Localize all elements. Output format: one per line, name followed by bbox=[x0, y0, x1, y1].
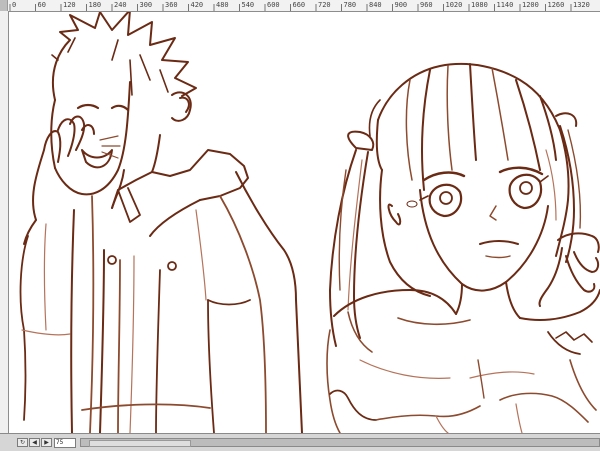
ruler-label: 1080 bbox=[471, 1, 488, 9]
ruler-label: 1260 bbox=[547, 1, 565, 9]
ruler-label: 240 bbox=[114, 1, 127, 9]
scrollbar-thumb[interactable] bbox=[88, 440, 191, 447]
drawing-canvas[interactable] bbox=[9, 12, 600, 433]
ruler-label: 660 bbox=[292, 1, 306, 9]
boy-hand bbox=[23, 115, 95, 245]
ruler-label: 540 bbox=[241, 1, 255, 9]
rotate-icon[interactable]: ↻ bbox=[17, 438, 28, 447]
ruler-label: 60 bbox=[37, 1, 46, 9]
chevron-left-icon[interactable]: ◀ bbox=[29, 438, 40, 447]
zoom-level-field[interactable]: 75 bbox=[54, 437, 76, 448]
vertical-ruler bbox=[0, 11, 9, 433]
ruler-label: 420 bbox=[190, 1, 204, 9]
ruler-label: 1200 bbox=[522, 1, 539, 9]
ruler-label: 1020 bbox=[445, 1, 463, 9]
ruler-label: 1140 bbox=[496, 1, 514, 9]
sketch-artwork bbox=[19, 12, 600, 433]
boy-hair bbox=[51, 12, 197, 113]
ruler-label: 0 bbox=[12, 1, 17, 9]
ruler-label: 300 bbox=[139, 1, 153, 9]
ruler-label: 720 bbox=[318, 1, 331, 9]
ruler-label: 780 bbox=[343, 1, 357, 9]
ruler-label: 900 bbox=[394, 1, 408, 9]
boy-neck-collar bbox=[111, 134, 249, 237]
ruler-label: 840 bbox=[369, 1, 382, 9]
ruler-label: 600 bbox=[267, 1, 280, 9]
ruler-label: 1320 bbox=[573, 1, 590, 9]
ruler-label: 480 bbox=[216, 1, 229, 9]
horizontal-ruler: 0 60 120 180 240 300 360 420 480 540 600 660 720 780 8… bbox=[8, 0, 600, 12]
chevron-right-icon[interactable]: ▶ bbox=[41, 438, 52, 447]
ruler-label: 360 bbox=[165, 1, 178, 9]
status-bar: ↻ ◀ ▶ 75 bbox=[0, 433, 600, 451]
girl-hand bbox=[538, 232, 600, 307]
navigator-controls: ↻ ◀ ▶ bbox=[17, 438, 52, 447]
horizontal-scrollbar[interactable] bbox=[79, 438, 600, 447]
girl-body bbox=[326, 281, 600, 433]
ruler-label: 960 bbox=[420, 1, 433, 9]
girl-face bbox=[387, 166, 549, 292]
ruler-label: 120 bbox=[63, 1, 76, 9]
ruler-label: 180 bbox=[88, 1, 102, 9]
boy-jacket bbox=[19, 171, 303, 433]
boy-face bbox=[50, 81, 192, 196]
